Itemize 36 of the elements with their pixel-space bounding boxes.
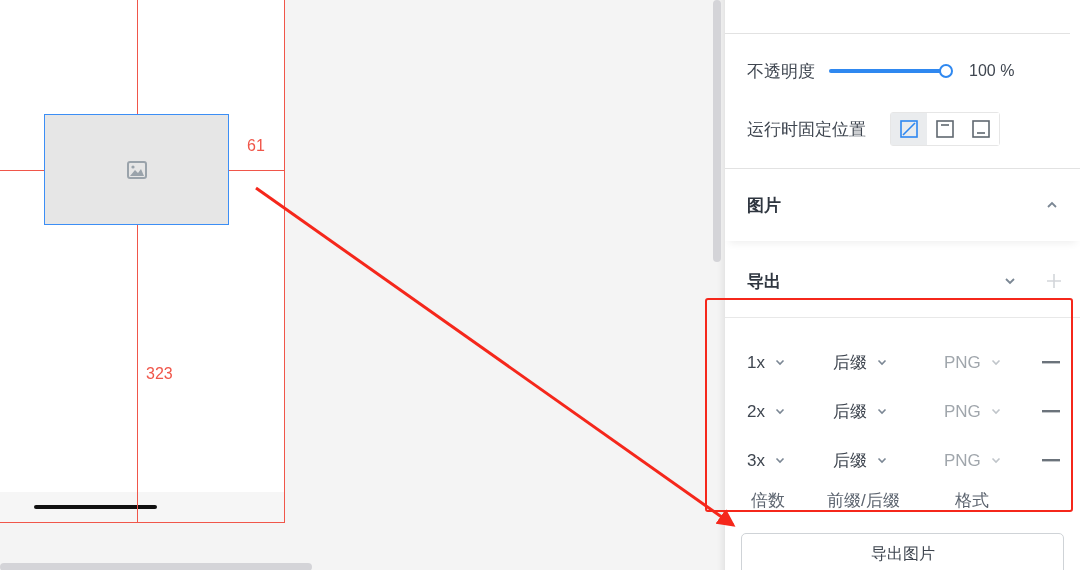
- measurement-label: 323: [146, 365, 173, 383]
- section-title: 图片: [747, 194, 782, 217]
- chevron-up-icon[interactable]: [1046, 201, 1058, 209]
- image-icon: [126, 160, 147, 179]
- export-button[interactable]: 导出图片: [741, 533, 1064, 570]
- diagonal-square-icon[interactable]: [891, 113, 927, 145]
- caret-icon: [877, 408, 887, 415]
- caret-icon: [990, 457, 1001, 464]
- suffix-dropdown[interactable]: 后缀: [833, 449, 944, 472]
- opacity-label: 不透明度: [747, 60, 815, 83]
- minus-icon[interactable]: [1042, 459, 1060, 462]
- column-label: 倍数: [750, 489, 786, 512]
- suffix-dropdown[interactable]: 后缀: [833, 400, 944, 423]
- suffix-dropdown[interactable]: 后缀: [833, 351, 944, 374]
- chevron-down-icon[interactable]: [1004, 277, 1016, 285]
- scale-dropdown[interactable]: 2x: [747, 401, 833, 422]
- caret-icon: [774, 457, 785, 464]
- column-label: 格式: [955, 489, 989, 512]
- minus-icon[interactable]: [1042, 361, 1060, 364]
- scale-dropdown[interactable]: 1x: [747, 352, 833, 373]
- opacity-value: 100 %: [969, 62, 1015, 80]
- measurement-label: 61: [247, 137, 265, 155]
- caret-icon: [990, 408, 1001, 415]
- opacity-slider[interactable]: [829, 63, 955, 79]
- caret-icon: [774, 359, 785, 366]
- caret-icon: [877, 457, 887, 464]
- scale-dropdown[interactable]: 3x: [747, 450, 833, 471]
- caret-icon: [877, 359, 887, 366]
- minus-icon[interactable]: [1042, 410, 1060, 413]
- fixed-position-label: 运行时固定位置: [747, 118, 866, 141]
- column-label: 前缀/后缀: [827, 489, 901, 512]
- caret-icon: [990, 359, 1001, 366]
- caret-icon: [774, 408, 785, 415]
- section-title: 导出: [747, 270, 782, 293]
- scrollbar[interactable]: [0, 563, 312, 570]
- scrollbar[interactable]: [713, 0, 721, 262]
